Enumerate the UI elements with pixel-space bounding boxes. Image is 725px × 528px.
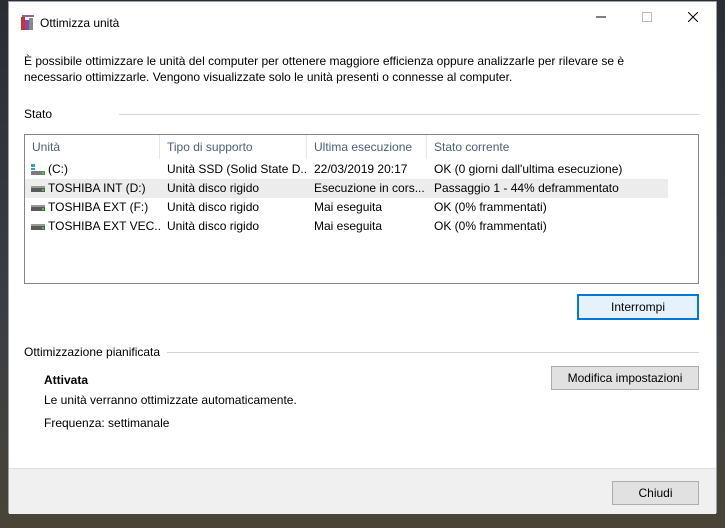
drive-status: Passaggio 1 - 44% deframmentato bbox=[434, 181, 619, 195]
schedule-description: Le unità verranno ottimizzate automatica… bbox=[44, 393, 297, 407]
table-row-selected[interactable]: TOSHIBA INT (D:) Unità disco rigido Esec… bbox=[25, 179, 668, 198]
drive-status: OK (0% frammentati) bbox=[434, 219, 547, 233]
scheduled-divider bbox=[167, 352, 699, 353]
drive-last-run: Mai eseguita bbox=[314, 219, 383, 233]
title-bar[interactable]: Ottimizza unità bbox=[9, 2, 716, 32]
schedule-state: Attivata bbox=[44, 373, 89, 387]
drive-media-type: Unità SSD (Solid State D... bbox=[167, 162, 307, 176]
column-header-current-status[interactable]: Stato corrente bbox=[427, 135, 699, 159]
intro-text: È possibile ottimizzare le unità del com… bbox=[24, 54, 625, 84]
drive-status: OK (0 giorni dall'ultima esecuzione) bbox=[434, 162, 623, 176]
window-title: Ottimizza unità bbox=[40, 16, 120, 30]
status-section-label: Stato bbox=[24, 107, 53, 121]
change-settings-button[interactable]: Modifica impostazioni bbox=[551, 366, 699, 390]
optimize-drives-window: Ottimizza unità È possibile ottimizzare … bbox=[8, 1, 717, 514]
stop-button[interactable]: Interrompi bbox=[577, 294, 699, 320]
schedule-frequency: Frequenza: settimanale bbox=[44, 416, 170, 430]
dialog-footer: Chiudi bbox=[9, 468, 716, 514]
column-header-last-run[interactable]: Ultima esecuzione bbox=[307, 135, 427, 159]
hard-drive-icon bbox=[31, 186, 45, 192]
table-header: Unità Tipo di supporto Ultima esecuzione… bbox=[25, 135, 698, 159]
drive-media-type: Unità disco rigido bbox=[167, 181, 260, 195]
table-row[interactable]: (C:) Unità SSD (Solid State D... 22/03/2… bbox=[25, 160, 668, 179]
column-header-drive[interactable]: Unità bbox=[25, 135, 160, 159]
drive-last-run: Mai eseguita bbox=[314, 200, 383, 214]
table-row[interactable]: TOSHIBA EXT VEC... Unità disco rigido Ma… bbox=[25, 217, 668, 236]
drive-name: TOSHIBA EXT (F:) bbox=[48, 200, 149, 214]
maximize-icon bbox=[642, 12, 652, 22]
drive-name: TOSHIBA EXT VEC... bbox=[48, 219, 160, 233]
close-icon bbox=[688, 12, 698, 22]
status-divider bbox=[119, 114, 699, 115]
drive-name: TOSHIBA INT (D:) bbox=[48, 181, 146, 195]
column-header-media-type[interactable]: Tipo di supporto bbox=[160, 135, 307, 159]
drive-media-type: Unità disco rigido bbox=[167, 200, 260, 214]
table-row[interactable]: TOSHIBA EXT (F:) Unità disco rigido Mai … bbox=[25, 198, 668, 217]
hard-drive-icon bbox=[31, 224, 45, 230]
minimize-button[interactable] bbox=[578, 2, 624, 32]
ssd-drive-icon bbox=[31, 164, 45, 175]
drive-last-run: 22/03/2019 20:17 bbox=[314, 162, 408, 176]
hard-drive-icon bbox=[31, 205, 45, 211]
drive-last-run: Esecuzione in cors... bbox=[314, 181, 425, 195]
minimize-icon bbox=[596, 16, 606, 18]
drive-status: OK (0% frammentati) bbox=[434, 200, 547, 214]
close-window-button[interactable] bbox=[670, 2, 716, 32]
drive-media-type: Unità disco rigido bbox=[167, 219, 260, 233]
drives-list[interactable]: Unità Tipo di supporto Ultima esecuzione… bbox=[24, 134, 699, 284]
main-content: È possibile ottimizzare le unità del com… bbox=[9, 32, 716, 468]
drive-name: (C:) bbox=[48, 162, 68, 176]
close-button[interactable]: Chiudi bbox=[612, 481, 699, 505]
scheduled-section-label: Ottimizzazione pianificata bbox=[24, 345, 161, 359]
defrag-app-icon bbox=[21, 15, 34, 30]
maximize-button bbox=[624, 2, 670, 32]
